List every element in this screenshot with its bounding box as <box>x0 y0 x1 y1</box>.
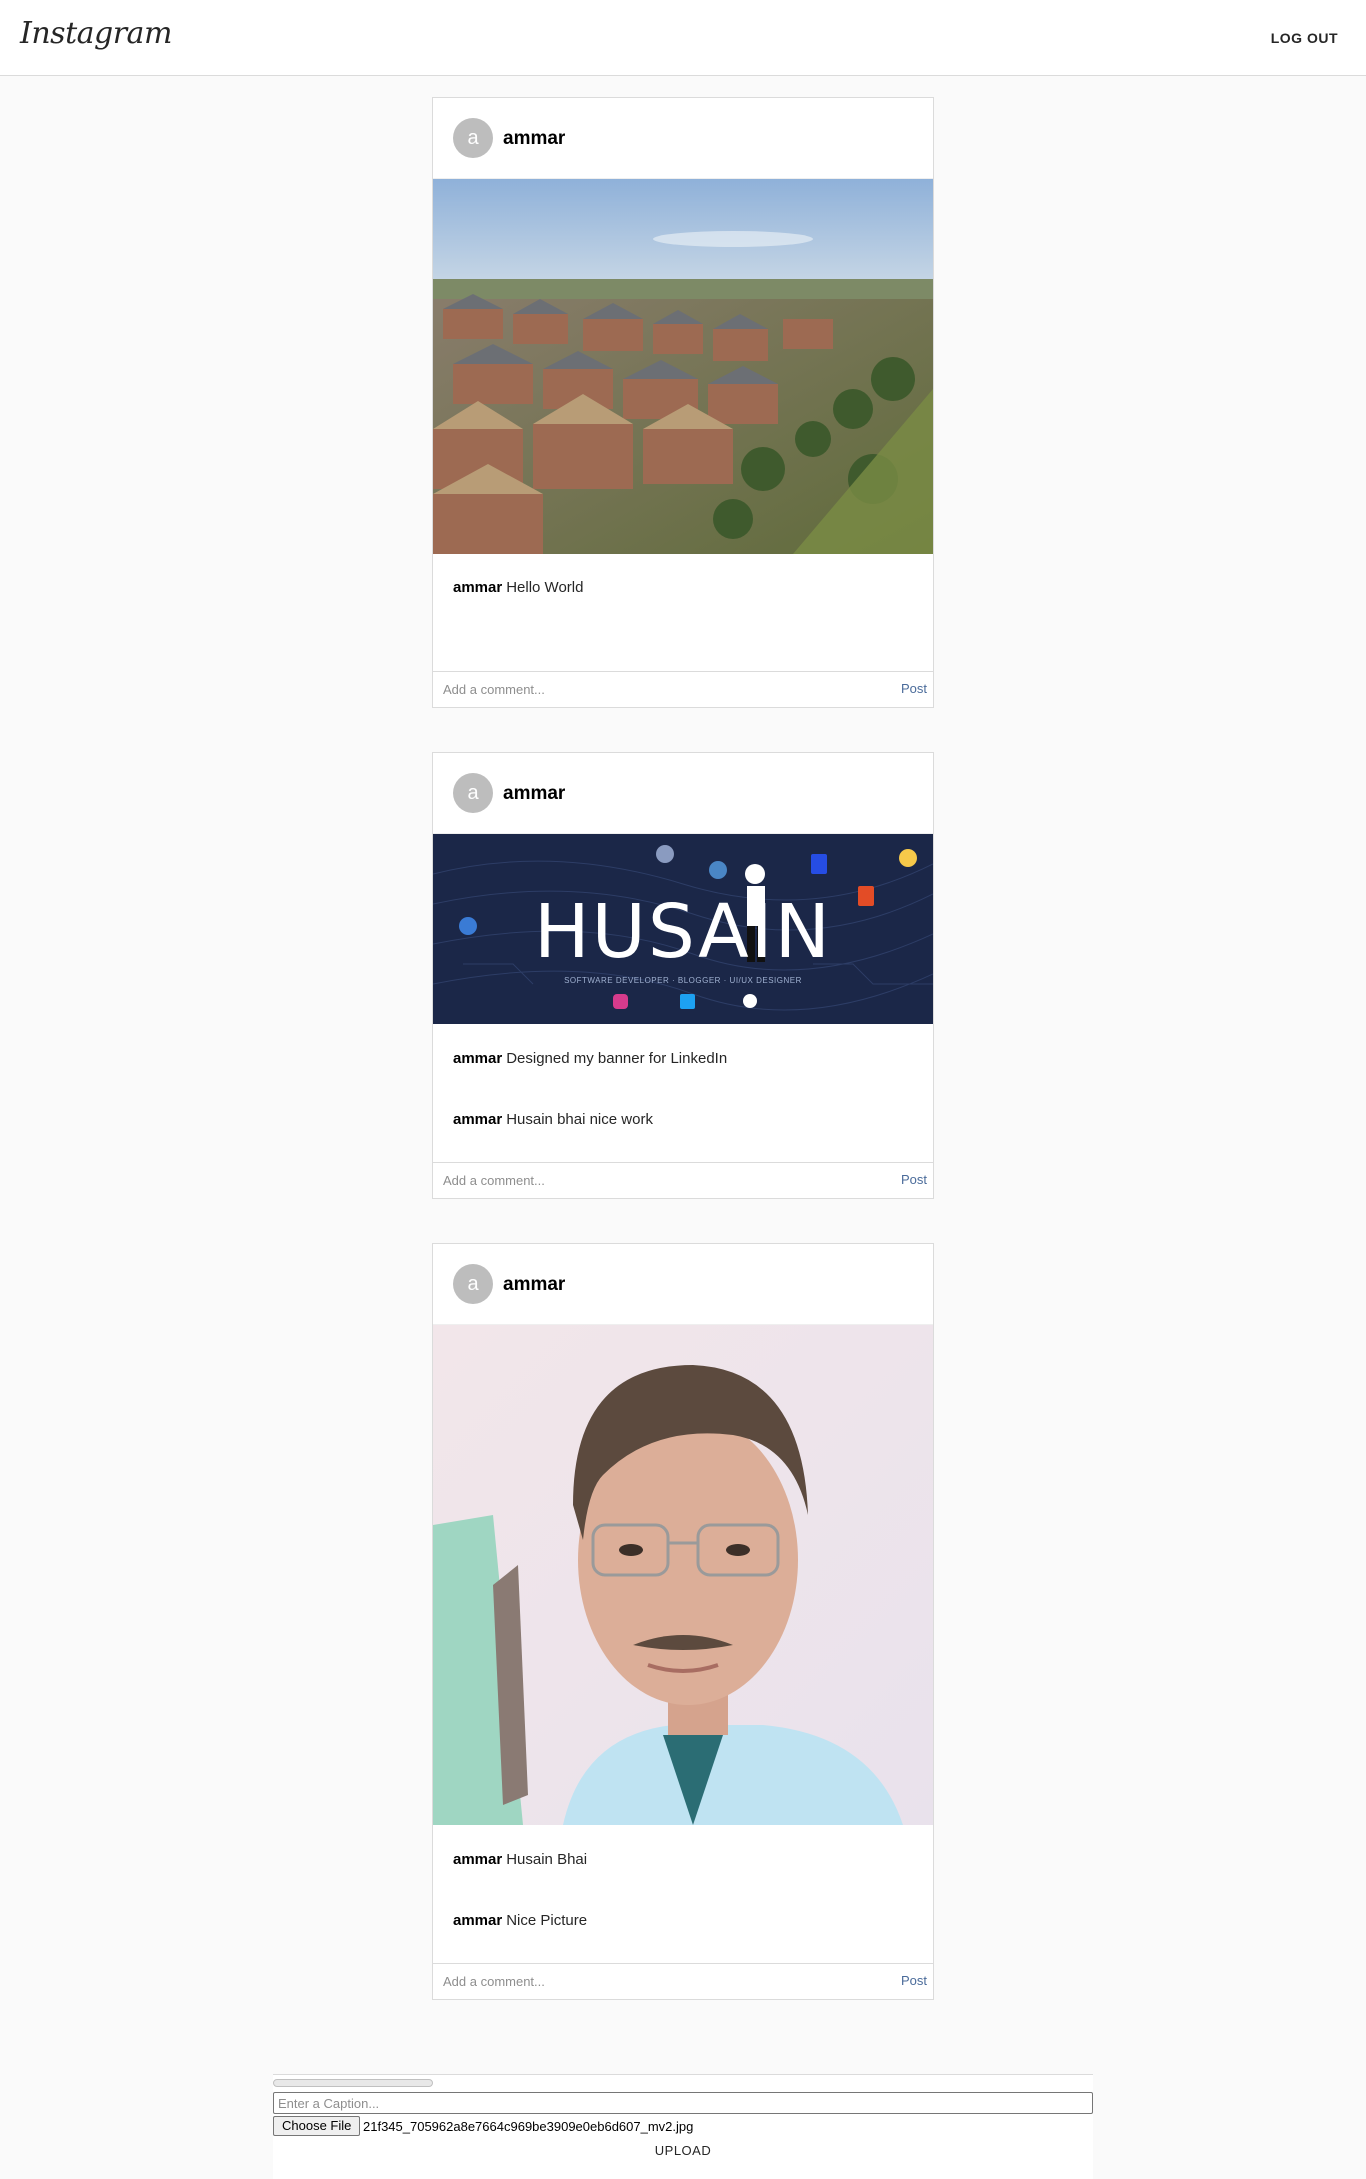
post-comments: ammar Hello World <box>433 554 933 671</box>
post-comment-button[interactable]: Post <box>901 681 927 696</box>
comment-user[interactable]: ammar <box>453 579 502 596</box>
caption-input[interactable] <box>273 2092 1093 2114</box>
comment-text: Husain bhai nice work <box>506 1111 653 1128</box>
banner-subtitle: SOFTWARE DEVELOPER · BLOGGER · UI/UX DES… <box>564 976 802 985</box>
logout-button[interactable]: LOG OUT <box>1271 30 1338 46</box>
aerial-suburb-photo <box>433 179 933 554</box>
comment: ammar Husain bhai nice work <box>453 1110 913 1130</box>
post-username[interactable]: ammar <box>503 1274 565 1296</box>
comment-text: Husain Bhai <box>506 1851 588 1868</box>
comment-input[interactable] <box>433 1964 873 1998</box>
post-username[interactable]: ammar <box>503 128 565 150</box>
selected-file-name: 21f345_705962a8e7664c969be3909e0eb6d607_… <box>363 2119 694 2134</box>
post-card: a ammar <box>432 97 934 708</box>
comment-box: Post <box>433 1162 933 1198</box>
comment-input[interactable] <box>433 1163 873 1197</box>
post-header: a ammar <box>433 1244 933 1325</box>
upload-button[interactable]: UPLOAD <box>273 2143 1093 2158</box>
post-header: a ammar <box>433 98 933 179</box>
comment-box: Post <box>433 671 933 707</box>
avatar[interactable]: a <box>453 1264 493 1304</box>
comment: ammar Husain Bhai <box>453 1850 913 1870</box>
upload-panel: Choose File 21f345_705962a8e7664c969be39… <box>273 2074 1093 2179</box>
comment-user[interactable]: ammar <box>453 1851 502 1868</box>
choose-file-button[interactable]: Choose File <box>273 2116 361 2136</box>
post-comments: ammar Designed my banner for LinkedIn amm… <box>433 1024 933 1162</box>
banner-title: HUSAIN <box>534 889 832 975</box>
post-comments: ammar Husain Bhai ammar Nice Picture <box>433 1825 933 1963</box>
comment-text: Designed my banner for LinkedIn <box>506 1050 728 1067</box>
post-header: a ammar <box>433 753 933 834</box>
comment: ammar Hello World <box>453 578 913 598</box>
comment-text: Nice Picture <box>506 1912 588 1929</box>
comment: ammar Designed my banner for LinkedIn <box>453 1049 913 1069</box>
comment-box: Post <box>433 1963 933 1999</box>
comment-user[interactable]: ammar <box>453 1111 502 1128</box>
avatar[interactable]: a <box>453 118 493 158</box>
instagram-logo[interactable]: Instagram <box>20 16 172 51</box>
post-image <box>433 179 933 554</box>
avatar[interactable]: a <box>453 773 493 813</box>
upload-progress-bar <box>273 2079 433 2087</box>
top-navbar: Instagram LOG OUT <box>0 0 1366 76</box>
comment-user[interactable]: ammar <box>453 1050 502 1067</box>
post-comment-button[interactable]: Post <box>901 1172 927 1187</box>
comment-text: Hello World <box>506 579 584 596</box>
comment-input[interactable] <box>433 672 873 706</box>
post-username[interactable]: ammar <box>503 783 565 805</box>
post-image <box>433 1325 933 1825</box>
comment: ammar Nice Picture <box>453 1911 913 1931</box>
post-image: HUSAIN SOFTWARE DEVELOPER · BLOGGER · UI… <box>433 834 933 1024</box>
portrait-photo <box>433 1325 933 1825</box>
post-card: a ammar <box>432 1243 934 2000</box>
post-comment-button[interactable]: Post <box>901 1973 927 1988</box>
comment-user[interactable]: ammar <box>453 1912 502 1929</box>
post-card: a ammar HUSAIN SOFTWARE DEVELOPER · BLOG… <box>432 752 934 1199</box>
